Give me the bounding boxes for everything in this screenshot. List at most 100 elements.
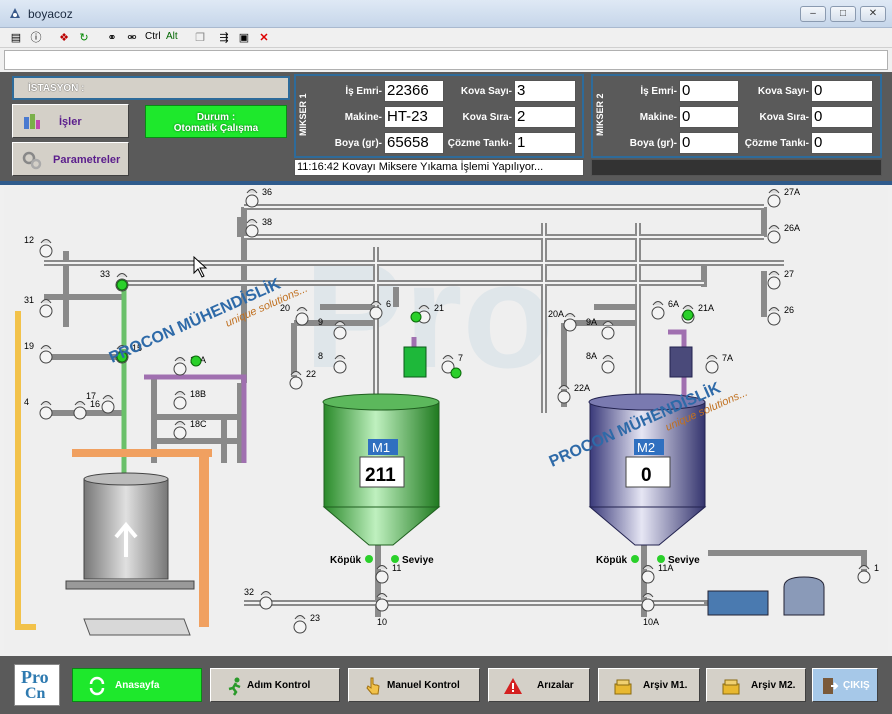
status-message: 11:16:42 Kovayı Miksere Yıkama İşlemi Ya… (294, 159, 584, 176)
save-icon[interactable]: ▣ (236, 30, 252, 46)
mixer1-paint-value: 65658 (384, 132, 444, 154)
valve-7a[interactable]: 7A (705, 353, 733, 374)
mixer1-bucket-order-label: Kova Sıra- (462, 112, 512, 123)
refresh-icon[interactable]: ↻ (76, 30, 92, 46)
valve-label: 8 (318, 351, 323, 361)
manual-control-button[interactable]: Manuel Kontrol (348, 668, 480, 702)
filter-tank (783, 576, 825, 616)
valve-label: 4 (24, 397, 29, 407)
close-button[interactable]: ✕ (860, 6, 886, 22)
info-icon[interactable]: ⓘ (28, 30, 44, 46)
step-control-label: Adım Kontrol (247, 680, 311, 691)
valve-label: 22 (306, 369, 316, 379)
tank2-foam-led (631, 555, 639, 563)
mixer2-bucket-count-label: Kova Sayı- (757, 86, 809, 97)
valve-26[interactable]: 26 (767, 305, 794, 326)
logo-bottom: Cn (25, 685, 46, 702)
status-indicator: Durum : Otomatik Çalışma (145, 105, 287, 138)
motor-m2 (669, 346, 693, 378)
archive-icon (722, 679, 740, 695)
valve-label: 19 (24, 341, 34, 351)
home-button-label: Anasayfa (115, 680, 160, 691)
valve-6a[interactable]: 6A (651, 299, 679, 320)
valve-label: 10 (377, 617, 387, 627)
archive-m1-button[interactable]: Arşiv M1. (598, 668, 700, 702)
parameters-button[interactable]: Parametreler (12, 142, 129, 176)
home-button[interactable]: Anasayfa (72, 668, 202, 702)
valve-27[interactable]: 27 (767, 269, 794, 290)
valve-11a[interactable]: 11A (641, 563, 673, 584)
tank2-value: 0 (641, 465, 652, 486)
faults-label: Arızalar (537, 680, 574, 691)
valve-label: 32 (244, 587, 254, 597)
valve-label: 8A (586, 351, 597, 361)
title-bar: boyacoz – □ ✕ (0, 0, 892, 28)
valve-label: 33 (100, 269, 110, 279)
valve-4[interactable]: 4 (24, 397, 53, 420)
faults-button[interactable]: Arızalar (488, 668, 590, 702)
delete-icon[interactable]: ✕ (256, 30, 272, 46)
mixer2-paint-value: 0 (679, 132, 739, 154)
valve-label: 36 (262, 187, 272, 197)
tank1-value: 211 (365, 465, 396, 486)
valve-label: 6A (668, 299, 679, 309)
valve-19[interactable]: 19 (24, 341, 53, 364)
process-svg: Pro M1 211 M2 0 Köpük Seviye Köpük Seviy… (15, 187, 879, 636)
step-control-button[interactable]: Adım Kontrol (210, 668, 340, 702)
alt-key-label[interactable]: Alt (166, 31, 178, 42)
exit-label: ÇIKIŞ (843, 680, 870, 691)
mixer1-order-label: İş Emri- (345, 86, 382, 97)
valve-18c[interactable]: 18C (173, 419, 207, 440)
valve-12[interactable]: 12 (24, 235, 53, 258)
mixer2-order-label: İş Emri- (640, 86, 677, 97)
mixer1-dissolve-label: Çözme Tankı- (447, 138, 512, 149)
valve-18b[interactable]: 18B (173, 389, 206, 410)
tank1-name: M1 (372, 440, 390, 455)
archive-icon (614, 679, 632, 695)
export-icon[interactable]: ⇶ (216, 30, 232, 46)
indicator-led (410, 311, 422, 323)
maximize-button[interactable]: □ (830, 6, 856, 22)
minimize-button[interactable]: – (800, 6, 826, 22)
jobs-icon (24, 114, 40, 129)
tank2-foam-label: Köpük (596, 555, 628, 566)
jobs-button-label: İşler (59, 116, 82, 128)
valve-8a[interactable]: 8A (586, 351, 615, 374)
valve-22a[interactable]: 22A (557, 383, 590, 404)
mixer2-message (591, 159, 882, 176)
valve-11[interactable]: 11 (375, 563, 401, 584)
command-bar[interactable] (4, 50, 888, 70)
mixer2-paint-label: Boya (gr)- (629, 138, 677, 149)
valve-label: 9A (586, 317, 597, 327)
station-label: İSTASYON : (12, 76, 290, 100)
mixer2-dissolve-value: 0 (811, 132, 873, 154)
mixer2-machine-value: 0 (679, 106, 739, 128)
link-icon[interactable]: ⚭ (104, 30, 120, 46)
exit-button[interactable]: ÇIKIŞ (812, 668, 878, 702)
ctrl-key-label[interactable]: Ctrl (145, 31, 161, 42)
mixer1-bucket-count-value: 3 (514, 80, 576, 102)
toolbar: ▤ ⓘ ❖ ↻ ⚭ ⚮ Ctrl Alt ❐ ⇶ ▣ ✕ (0, 28, 892, 48)
valve-18a[interactable]: 18A (173, 355, 206, 376)
indicator-led (682, 309, 694, 321)
warning-icon (504, 678, 522, 694)
pump (707, 590, 769, 616)
status-title: Durum : (196, 112, 236, 123)
archive-m2-label: Arşiv M2. (751, 680, 796, 691)
mixer2-bucket-order-label: Kova Sıra- (759, 112, 809, 123)
yellow-pipe (15, 311, 36, 630)
process-diagram: Pro M1 211 M2 0 Köpük Seviye Köpük Seviy… (4, 187, 888, 653)
valve-26a[interactable]: 26A (767, 223, 800, 244)
target-icon[interactable]: ❖ (56, 30, 72, 46)
properties-icon[interactable]: ▤ (8, 30, 24, 46)
valve-27a[interactable]: 27A (767, 187, 800, 208)
copy-icon[interactable]: ❐ (192, 30, 208, 46)
archive-m2-button[interactable]: Arşiv M2. (706, 668, 806, 702)
valve-label: 20A (548, 309, 564, 319)
chain-icon[interactable]: ⚮ (124, 30, 140, 46)
tank1-foam-led (365, 555, 373, 563)
jobs-button[interactable]: İşler (12, 104, 129, 138)
valve-23[interactable]: 23 (293, 613, 320, 634)
header-divider (0, 181, 892, 185)
mixer2-dissolve-label: Çözme Tankı- (744, 138, 809, 149)
